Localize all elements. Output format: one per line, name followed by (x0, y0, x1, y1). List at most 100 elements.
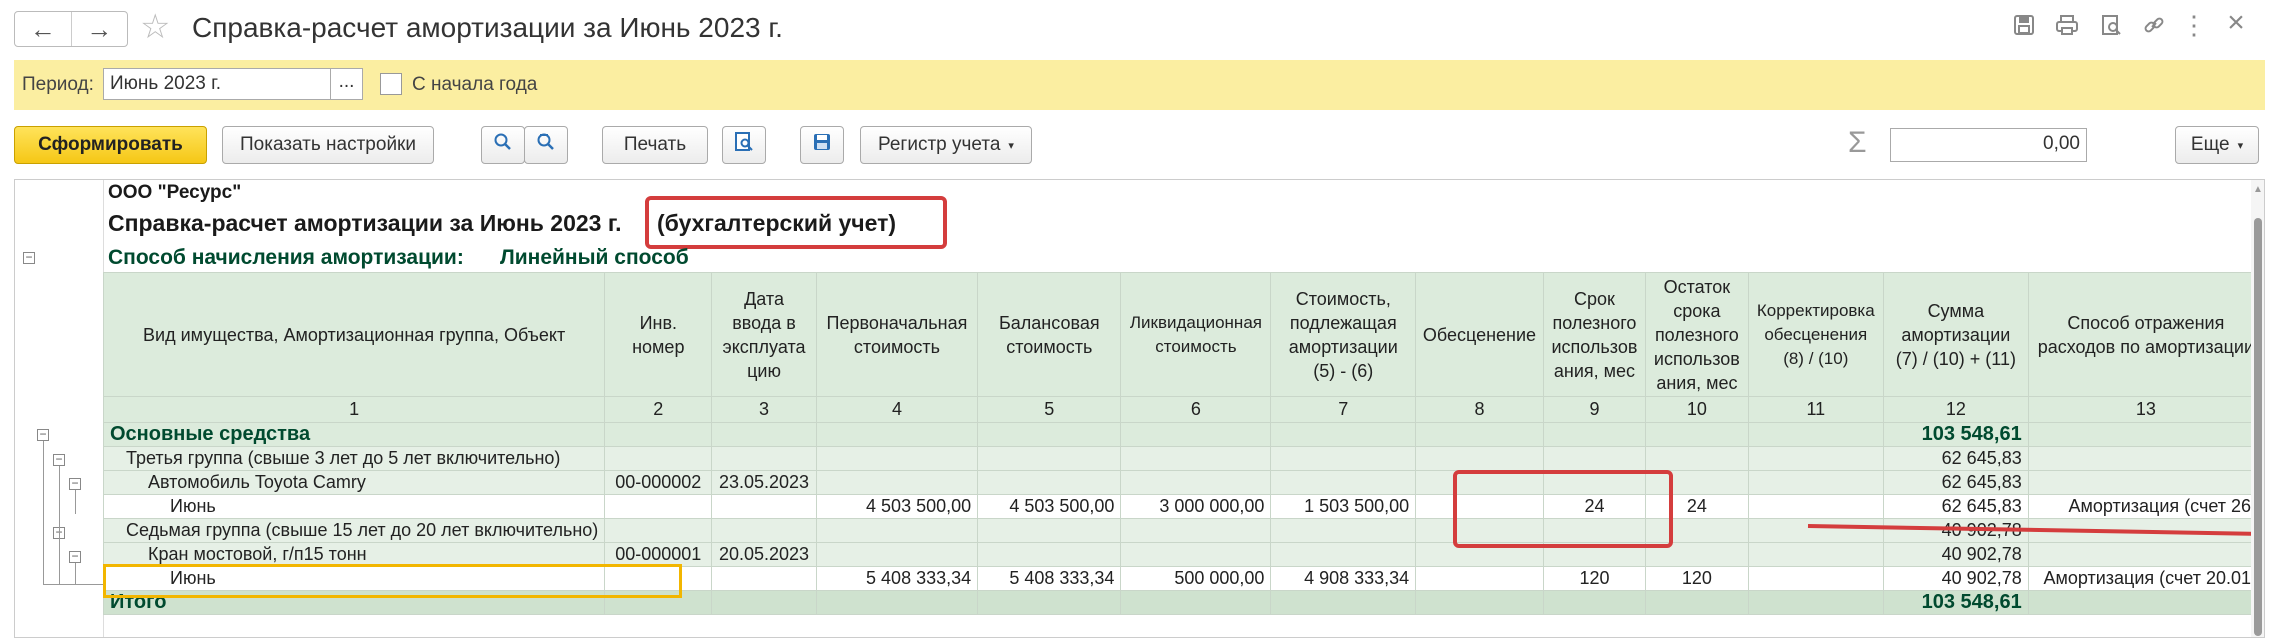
cell-balance: 5 408 333,34 (977, 566, 1122, 591)
depreciation-method-label: Способ начисления амортизации: (108, 246, 464, 269)
tree-line (75, 563, 76, 584)
tree-line (59, 466, 60, 584)
more-label: Еще (2190, 134, 2230, 155)
col-header: Стоимость, подлежащая амортизации (5) - … (1270, 272, 1417, 397)
period-field[interactable]: Июнь 2023 г. (103, 68, 331, 100)
generate-button[interactable]: Сформировать (14, 126, 207, 164)
more-vertical-icon[interactable]: ⋮ (2180, 10, 2208, 41)
col-number: 13 (2027, 396, 2264, 423)
report-area: ООО "Ресурс" Справка-расчет амортизации … (14, 179, 2265, 638)
register-label: Регистр учета (878, 134, 1001, 155)
print-button[interactable]: Печать (602, 126, 708, 164)
table-row[interactable]: Июнь 4 503 500,00 4 503 500,00 3 000 000… (102, 494, 2264, 519)
tree-line (43, 441, 44, 584)
collapse-car-icon[interactable]: − (69, 477, 81, 490)
forward-icon[interactable]: → (70, 12, 128, 46)
scrollbar-thumb[interactable] (2254, 218, 2262, 636)
cell-sum: 62 645,83 (1882, 494, 2029, 519)
col-header: Инв. номер (604, 272, 713, 397)
collapse-report-icon[interactable]: − (23, 251, 35, 264)
from-start-label: С начала года (412, 74, 538, 95)
search-button[interactable] (481, 126, 525, 164)
col-header: Балансовая стоимость (977, 272, 1122, 397)
table-row[interactable]: Седьмая группа (свыше 15 лет до 20 лет в… (102, 518, 2264, 543)
col-number: 5 (977, 396, 1122, 423)
cell-method: Амортизация (счет 26) (2027, 494, 2264, 519)
table-row[interactable]: Основные средства 103 548,61 (102, 422, 2264, 447)
search-icon (493, 132, 513, 158)
chevron-down-icon: ▾ (2237, 139, 2244, 152)
cell-term: 120 (1542, 566, 1647, 591)
col-number: 4 (815, 396, 979, 423)
more-button[interactable]: Еще ▾ (2175, 126, 2259, 164)
search-cancel-button[interactable] (524, 126, 568, 164)
col-header: Срок полезного использов ания, мес (1542, 272, 1647, 397)
col-number: 3 (711, 396, 817, 423)
col-number: 12 (1882, 396, 2029, 423)
period-select-button[interactable]: ... (330, 68, 363, 100)
cell-depr-base: 1 503 500,00 (1270, 494, 1417, 519)
row-sum: 103 548,61 (1882, 590, 2029, 615)
row-name: Автомобиль Toyota Camry (102, 470, 606, 495)
print-preview-icon (734, 131, 754, 159)
col-header: Сумма амортизации (7) / (10) + (11) (1882, 272, 2029, 397)
col-number: 8 (1415, 396, 1544, 423)
register-dropdown[interactable]: Регистр учета ▾ (860, 126, 1032, 164)
row-sum: 62 645,83 (1882, 446, 2029, 471)
back-icon[interactable]: ← (15, 12, 71, 46)
row-sum: 62 645,83 (1882, 470, 2029, 495)
col-header: Корректировка обесценения (8) / (10) (1747, 272, 1884, 397)
row-sum: 40 902,78 (1882, 542, 2029, 567)
print-icon[interactable] (2053, 14, 2081, 42)
favorite-star-icon[interactable]: ☆ (140, 10, 170, 44)
row-inv: 00-000002 (604, 470, 713, 495)
col-number: 2 (604, 396, 713, 423)
close-icon[interactable]: × (2222, 6, 2250, 40)
show-settings-button[interactable]: Показать настройки (222, 126, 434, 164)
selected-cell-frame (103, 564, 682, 598)
cell-liquid: 500 000,00 (1120, 566, 1272, 591)
chevron-down-icon: ▾ (1008, 139, 1014, 152)
table-row[interactable]: Кран мостовой, г/п15 тонн 00-000001 20.0… (102, 542, 2264, 567)
col-number: 10 (1645, 396, 1749, 423)
nav-buttons: ← → (14, 11, 128, 47)
header-row: Вид имущества, Амортизационная группа, О… (102, 272, 2264, 397)
save-icon (812, 132, 832, 158)
col-header: Ликвидационная стоимость (1120, 272, 1272, 397)
cell-sum: 40 902,78 (1882, 566, 2029, 591)
collapse-os-icon[interactable]: − (37, 428, 49, 441)
scroll-up-icon[interactable]: ▲ (2253, 184, 2263, 195)
col-header: Способ отражения расходов по амортизации (2027, 272, 2264, 397)
row-inv: 00-000001 (604, 542, 713, 567)
depreciation-method-value: Линейный способ (500, 246, 689, 269)
link-icon[interactable] (2140, 14, 2168, 42)
report-title: Справка-расчет амортизации за Июнь 2023 … (108, 210, 622, 236)
tree-line (43, 584, 103, 585)
col-header: Первоначальная стоимость (815, 272, 979, 397)
row-date: 23.05.2023 (711, 470, 817, 495)
cell-initial: 4 503 500,00 (815, 494, 979, 519)
highlight-term-columns (1453, 470, 1673, 548)
save-report-button[interactable] (800, 126, 844, 164)
window-title: Справка-расчет амортизации за Июнь 2023 … (192, 12, 783, 43)
row-name: Третья группа (свыше 3 лет до 5 лет вклю… (102, 446, 606, 471)
sum-field[interactable]: 0,00 (1890, 128, 2087, 162)
preview-button[interactable] (722, 126, 766, 164)
col-number: 1 (102, 396, 606, 423)
org-name: ООО "Ресурс" (108, 182, 242, 203)
collapse-crane-icon[interactable]: − (69, 550, 81, 563)
col-number: 6 (1120, 396, 1272, 423)
row-name: Июнь (102, 494, 606, 519)
col-header: Дата ввода в эксплуата цию (711, 272, 817, 397)
cell-method: Амортизация (счет 20.01) (2027, 566, 2264, 591)
save-icon[interactable] (2010, 14, 2038, 42)
col-header: Остаток срока полезного использов ания, … (1645, 272, 1749, 397)
col-number: 9 (1542, 396, 1647, 423)
cell-liquid: 3 000 000,00 (1120, 494, 1272, 519)
collapse-group3-icon[interactable]: − (53, 453, 65, 466)
table-row[interactable]: Третья группа (свыше 3 лет до 5 лет вклю… (102, 446, 2264, 471)
cell-remain: 120 (1645, 566, 1749, 591)
table-row[interactable]: Автомобиль Toyota Camry 00-000002 23.05.… (102, 470, 2264, 495)
from-start-checkbox[interactable] (380, 73, 402, 95)
preview-icon[interactable] (2097, 14, 2125, 42)
